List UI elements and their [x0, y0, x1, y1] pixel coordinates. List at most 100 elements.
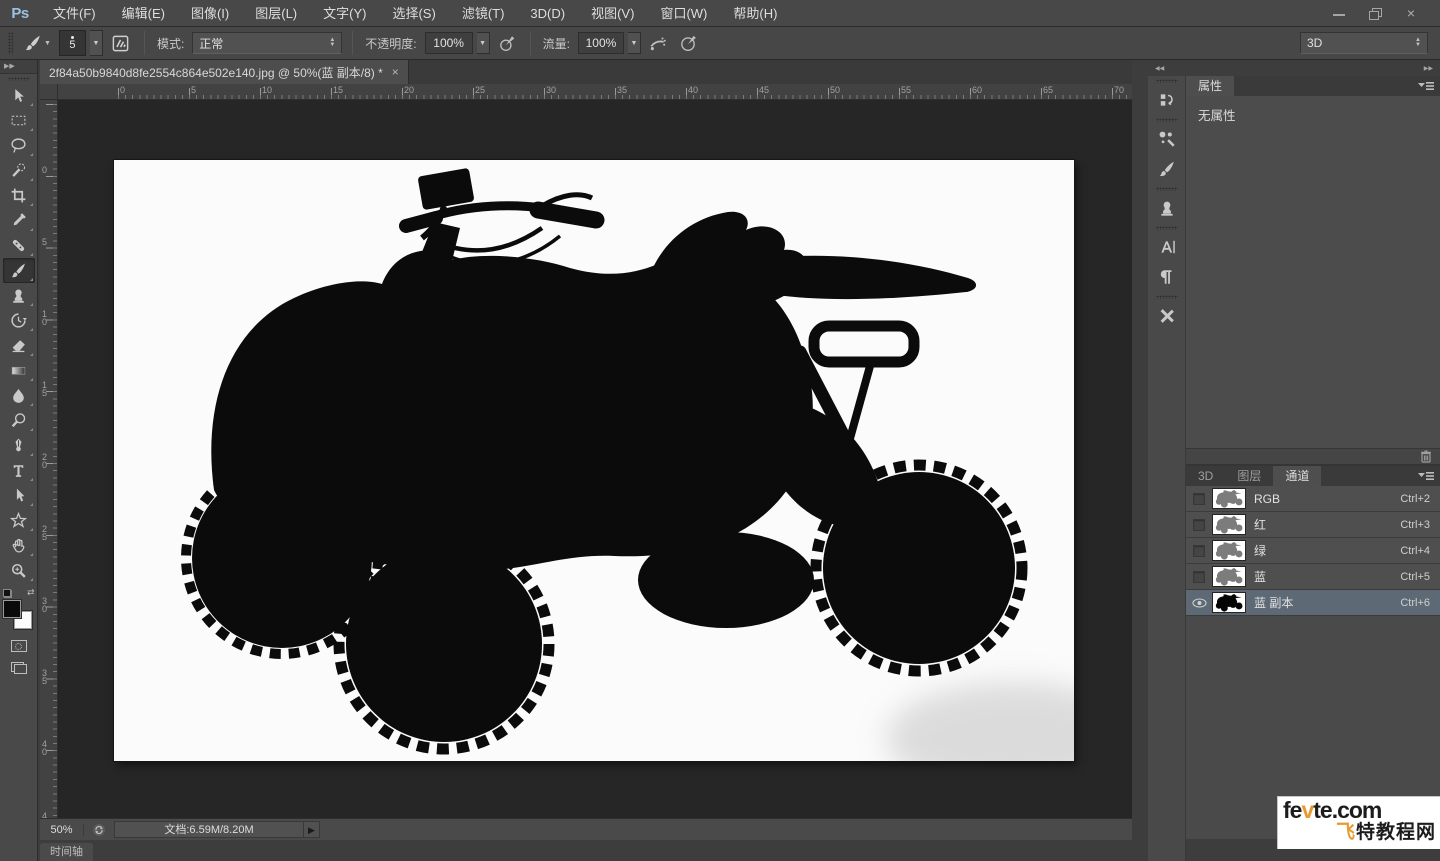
- visibility-toggle[interactable]: [1186, 519, 1212, 531]
- tool-custom-shape[interactable]: [3, 508, 35, 533]
- menu-view[interactable]: 视图(V): [578, 0, 647, 26]
- tab-channels[interactable]: 通道: [1273, 466, 1321, 486]
- right-panels: 属性 无属性 3D图层通道 RGBCtrl+2 红 Ctrl+3 绿Ctrl+4蓝Ct…: [1186, 76, 1440, 861]
- properties-panel: 属性 无属性: [1186, 76, 1440, 464]
- tool-rect-marquee[interactable]: [3, 108, 35, 133]
- workspace-select[interactable]: 3D ▲▼: [1300, 32, 1428, 54]
- menu-window[interactable]: 窗口(W): [647, 0, 720, 26]
- menu-layer[interactable]: 图层(L): [242, 0, 310, 26]
- panel-menu-icon[interactable]: [1418, 466, 1440, 486]
- tool-presets-icon[interactable]: [1151, 301, 1183, 331]
- close-window-icon[interactable]: ×: [1404, 7, 1418, 19]
- trash-icon[interactable]: [1420, 450, 1432, 463]
- close-tab-icon[interactable]: ×: [392, 65, 399, 79]
- canvas[interactable]: [114, 160, 1074, 761]
- opacity-pressure-button[interactable]: [494, 30, 520, 56]
- swap-colors-icon[interactable]: ⇄: [27, 587, 35, 598]
- airbrush-button[interactable]: [645, 30, 671, 56]
- tool-pen[interactable]: [3, 433, 35, 458]
- visibility-toggle[interactable]: [1186, 545, 1212, 557]
- menu-threed[interactable]: 3D(D): [517, 0, 578, 26]
- history-panel-icon[interactable]: [1151, 85, 1183, 115]
- tab-properties[interactable]: 属性: [1186, 76, 1234, 96]
- toggle-brush-panel-button[interactable]: [107, 30, 134, 56]
- tool-quick-selection[interactable]: [3, 158, 35, 183]
- menu-image[interactable]: 图像(I): [178, 0, 242, 26]
- options-grip[interactable]: [8, 32, 13, 54]
- brushes-icon[interactable]: [1151, 154, 1183, 184]
- tab-layers[interactable]: 图层: [1225, 466, 1273, 486]
- minimize-icon[interactable]: [1332, 7, 1346, 19]
- tool-lasso[interactable]: [3, 133, 35, 158]
- visibility-toggle[interactable]: [1186, 571, 1212, 583]
- status-flyout-icon[interactable]: ▶: [304, 821, 320, 838]
- menu-file[interactable]: 文件(F): [40, 0, 109, 26]
- visibility-eye-icon[interactable]: [1186, 598, 1212, 608]
- visibility-toggle[interactable]: [1186, 493, 1212, 505]
- document-tab[interactable]: 2f84a50b9840d8fe2554c864e502e140.jpg @ 5…: [40, 60, 409, 84]
- brush-picker-dropdown[interactable]: ▼: [90, 30, 103, 56]
- tool-eyedropper[interactable]: [3, 208, 35, 233]
- tab-3d[interactable]: 3D: [1186, 466, 1225, 486]
- tool-blur[interactable]: [3, 383, 35, 408]
- tool-dodge[interactable]: [3, 408, 35, 433]
- tool-gradient[interactable]: [3, 358, 35, 383]
- no-properties-text: 无属性: [1198, 109, 1236, 123]
- timeline-tab[interactable]: 时间轴: [40, 843, 93, 861]
- menu-filter[interactable]: 滤镜(T): [449, 0, 518, 26]
- zoom-level-field[interactable]: 50%: [40, 824, 84, 836]
- vertical-ruler[interactable]: 051015202530354045: [40, 100, 58, 818]
- screen-mode-button[interactable]: [3, 657, 35, 679]
- tool-path-selection[interactable]: [3, 483, 35, 508]
- channel-row-0[interactable]: RGBCtrl+2: [1186, 486, 1440, 512]
- tool-zoom[interactable]: [3, 558, 35, 583]
- ruler-corner[interactable]: [40, 84, 58, 100]
- default-colors-icon[interactable]: [3, 589, 12, 598]
- channel-row-2[interactable]: 绿Ctrl+4: [1186, 538, 1440, 564]
- channel-thumbnail: [1212, 592, 1246, 613]
- channel-shortcut: Ctrl+3: [1400, 519, 1440, 531]
- brush-presets-icon[interactable]: [1151, 124, 1183, 154]
- menu-type[interactable]: 文字(Y): [310, 0, 379, 26]
- strip-grip: [1156, 226, 1178, 230]
- expand-toolbar-icon[interactable]: ▶▶: [0, 60, 37, 74]
- menu-help[interactable]: 帮助(H): [720, 0, 790, 26]
- ruler-number: 20: [42, 453, 47, 469]
- collapse-left-icon[interactable]: ◀◀: [1155, 65, 1164, 72]
- panel-menu-icon[interactable]: [1418, 76, 1440, 96]
- tool-crop[interactable]: [3, 183, 35, 208]
- foreground-color-swatch[interactable]: [3, 600, 21, 618]
- channel-name: 红: [1254, 516, 1266, 533]
- tool-brush[interactable]: [3, 258, 35, 283]
- tool-hand[interactable]: [3, 533, 35, 558]
- opacity-dropdown[interactable]: ▼: [477, 32, 490, 54]
- menu-edit[interactable]: 编辑(E): [109, 0, 178, 26]
- blend-mode-select[interactable]: 正常 ▲▼: [192, 32, 342, 54]
- tool-spot-healing[interactable]: [3, 233, 35, 258]
- horizontal-ruler[interactable]: 0510152025303540455055606570: [58, 84, 1132, 100]
- flow-value[interactable]: 100%: [578, 32, 624, 54]
- tool-clone-stamp[interactable]: [3, 283, 35, 308]
- tool-history-brush[interactable]: [3, 308, 35, 333]
- channel-row-3[interactable]: 蓝Ctrl+5: [1186, 564, 1440, 590]
- channel-row-4[interactable]: 蓝 副本Ctrl+6: [1186, 590, 1440, 616]
- channel-row-1[interactable]: 红 Ctrl+3: [1186, 512, 1440, 538]
- menu-select[interactable]: 选择(S): [379, 0, 448, 26]
- restore-icon[interactable]: [1368, 7, 1382, 19]
- tool-move[interactable]: [3, 83, 35, 108]
- quick-mask-button[interactable]: [3, 635, 35, 657]
- opacity-value[interactable]: 100%: [425, 32, 473, 54]
- character-panel-icon[interactable]: [1151, 232, 1183, 262]
- tool-horizontal-type[interactable]: [3, 458, 35, 483]
- size-pressure-button[interactable]: [675, 30, 701, 56]
- tool-eraser[interactable]: [3, 333, 35, 358]
- clone-source-icon[interactable]: [1151, 193, 1183, 223]
- canvas-viewport[interactable]: [58, 100, 1132, 818]
- paragraph-panel-icon[interactable]: [1151, 262, 1183, 292]
- flow-dropdown[interactable]: ▼: [628, 32, 641, 54]
- strip-grip: [1156, 118, 1178, 122]
- brush-size-preview[interactable]: 5: [59, 30, 86, 56]
- collapse-right-icon[interactable]: ▶▶: [1424, 65, 1433, 72]
- brush-tool-preset-button[interactable]: ▼: [20, 30, 55, 56]
- channel-list: RGBCtrl+2 红 Ctrl+3 绿Ctrl+4蓝Ctrl+5蓝 副本Ctrl+6: [1186, 486, 1440, 616]
